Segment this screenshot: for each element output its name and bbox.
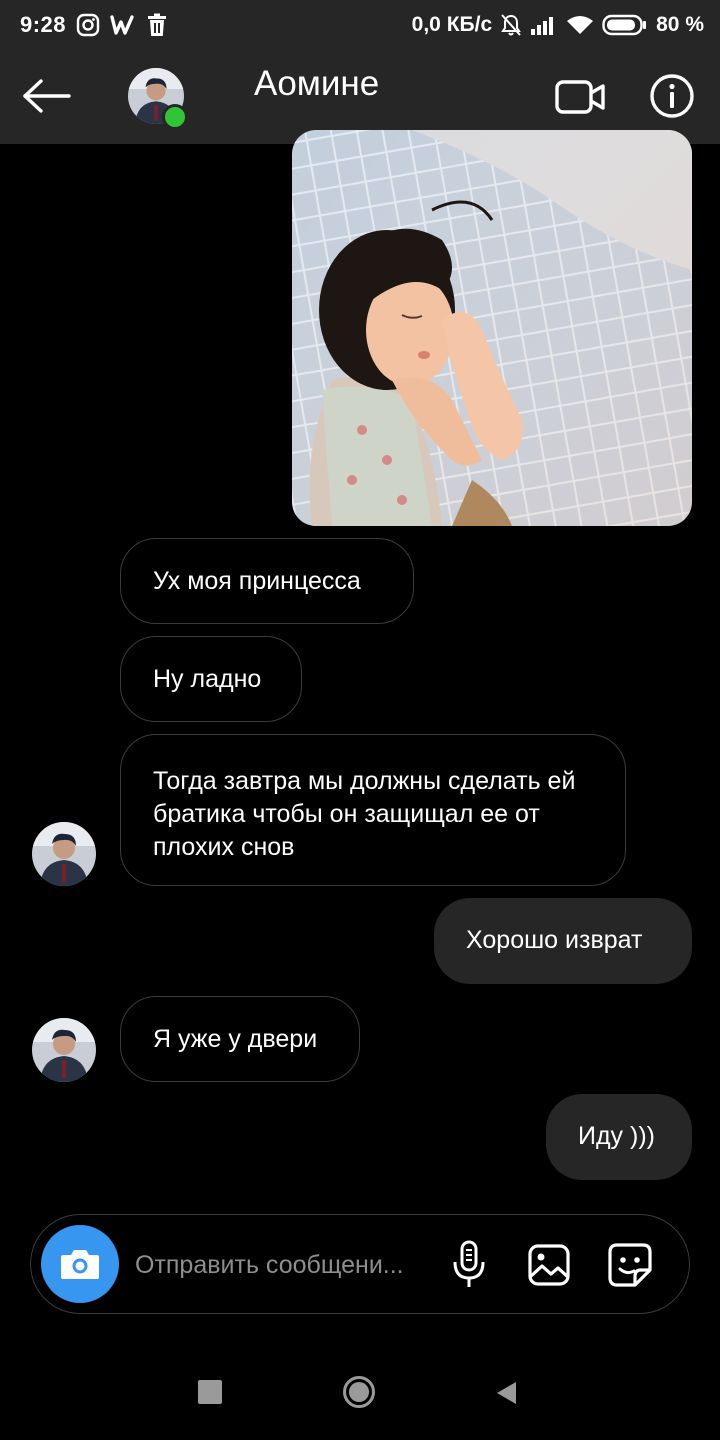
status-left: 9:28 bbox=[20, 0, 168, 50]
bell-muted-icon bbox=[500, 13, 522, 37]
info-icon bbox=[650, 74, 694, 118]
message-text: Я уже у двери bbox=[153, 1025, 318, 1053]
sleeping-child-photo bbox=[292, 130, 692, 526]
sticker-button[interactable] bbox=[605, 1241, 655, 1289]
back-button[interactable] bbox=[18, 70, 76, 122]
message-text: Иду ))) bbox=[578, 1122, 655, 1150]
microphone-icon bbox=[453, 1240, 485, 1287]
system-navigation-bar bbox=[0, 1340, 720, 1440]
voice-message-button[interactable] bbox=[449, 1239, 489, 1291]
message-text: Хорошо изврат bbox=[466, 926, 643, 954]
home-circle-icon bbox=[343, 1376, 375, 1408]
video-call-button[interactable] bbox=[552, 74, 608, 120]
contact-name[interactable]: Аомине bbox=[254, 62, 379, 106]
message-bubble-incoming[interactable]: Ух моя принцесса bbox=[120, 538, 414, 624]
message-composer bbox=[30, 1214, 690, 1314]
avatar-image bbox=[32, 1018, 96, 1082]
home-button[interactable] bbox=[342, 1375, 376, 1409]
wattpad-icon bbox=[110, 14, 136, 36]
message-bubble-outgoing[interactable]: Иду ))) bbox=[546, 1094, 692, 1180]
camera-icon bbox=[61, 1250, 99, 1279]
message-input[interactable] bbox=[135, 1245, 435, 1285]
status-time: 9:28 bbox=[20, 12, 67, 37]
battery-level: 80 % bbox=[656, 13, 704, 36]
online-status-dot bbox=[162, 104, 188, 130]
info-button[interactable] bbox=[648, 72, 696, 120]
camera-button[interactable] bbox=[41, 1225, 119, 1303]
message-bubble-incoming[interactable]: Тогда завтра мы должны сделать ей братик… bbox=[120, 734, 626, 886]
instagram-icon bbox=[76, 13, 100, 37]
gallery-button[interactable] bbox=[525, 1241, 573, 1289]
message-text: Ну ладно bbox=[153, 665, 262, 693]
message-bubble-outgoing[interactable]: Хорошо изврат bbox=[434, 898, 692, 984]
trash-icon bbox=[146, 13, 168, 37]
back-triangle-icon bbox=[497, 1382, 516, 1404]
signal-icon bbox=[530, 14, 558, 36]
chat-screen: 9:28 0,0 КБ/с 80 % Аомине Ух моя принцес… bbox=[0, 0, 720, 1440]
message-text: Тогда завтра мы должны сделать ей братик… bbox=[153, 767, 576, 861]
wifi-icon bbox=[566, 14, 594, 36]
video-camera-icon bbox=[555, 80, 605, 114]
status-right: 0,0 КБ/с 80 % bbox=[412, 0, 704, 50]
battery-icon bbox=[602, 14, 648, 36]
message-text: Ух моя принцесса bbox=[153, 567, 361, 595]
sticker-icon bbox=[608, 1243, 652, 1287]
message-bubble-incoming[interactable]: Ну ладно bbox=[120, 636, 302, 722]
shared-photo[interactable] bbox=[292, 130, 692, 526]
sender-avatar[interactable] bbox=[32, 822, 96, 886]
message-bubble-incoming[interactable]: Я уже у двери bbox=[120, 996, 360, 1082]
back-arrow-icon bbox=[23, 79, 71, 113]
image-gallery-icon bbox=[528, 1244, 570, 1286]
network-speed: 0,0 КБ/с bbox=[411, 13, 493, 36]
sender-avatar[interactable] bbox=[32, 1018, 96, 1082]
recent-apps-button[interactable] bbox=[198, 1380, 222, 1404]
status-bar: 9:28 0,0 КБ/с 80 % bbox=[0, 0, 720, 50]
system-back-button[interactable] bbox=[494, 1380, 520, 1406]
avatar-image bbox=[32, 822, 96, 886]
